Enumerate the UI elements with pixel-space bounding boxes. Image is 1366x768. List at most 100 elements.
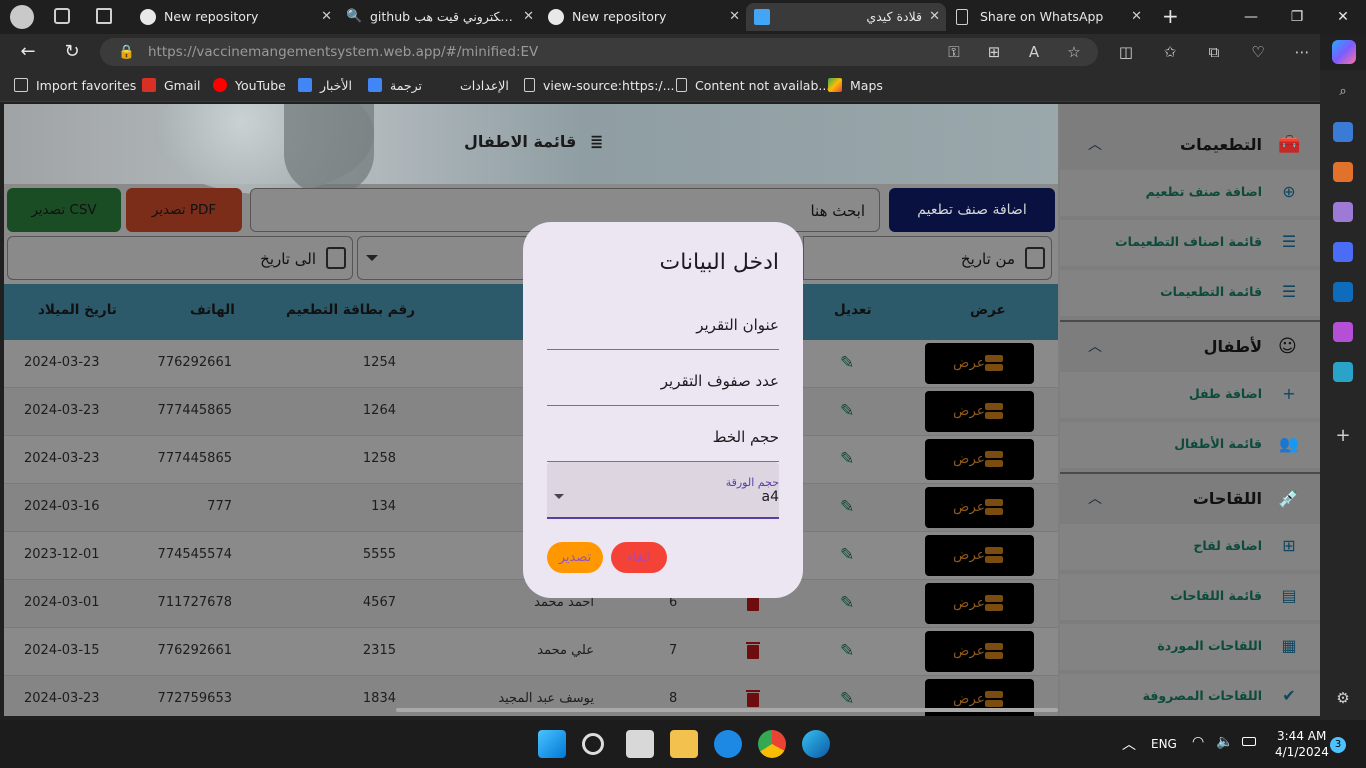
view-button[interactable]: عرض — [925, 343, 1034, 384]
edit-pencil-icon[interactable]: ✎ — [840, 689, 860, 709]
tab-new-repository-2[interactable]: New repository ✕ — [540, 3, 746, 31]
close-tab-icon[interactable]: ✕ — [929, 3, 940, 31]
view-button[interactable]: عرض — [925, 631, 1034, 672]
delete-icon[interactable] — [746, 689, 762, 709]
fav-maps[interactable]: Maps — [828, 76, 883, 96]
minimize-icon[interactable]: — — [1228, 0, 1274, 34]
fav-news[interactable]: الأخبار — [298, 76, 352, 96]
edit-pencil-icon[interactable]: ✎ — [840, 545, 860, 565]
nav-dispensed-vaccines[interactable]: اللقاحات المصروفة ✔ — [1060, 674, 1320, 716]
search-icon[interactable]: ⌕ — [1333, 82, 1353, 102]
nav-add-vaccine-type[interactable]: اضافة صنف تطعيم ⊕ — [1060, 170, 1320, 216]
view-button[interactable]: عرض — [925, 439, 1034, 480]
restore-icon[interactable]: ❐ — [1274, 0, 1320, 34]
close-tab-icon[interactable]: ✕ — [321, 3, 332, 31]
chevron-up-icon[interactable]: ︿ — [1088, 336, 1102, 356]
tab-github-store[interactable]: 🔍 github متجر الكتروني قيت هب ✕ — [338, 3, 540, 31]
battery-icon[interactable] — [1242, 737, 1256, 746]
view-button[interactable]: عرض — [925, 487, 1034, 528]
clock-date[interactable]: 4/1/2024 — [1275, 745, 1329, 759]
edit-pencil-icon[interactable]: ✎ — [840, 449, 860, 469]
new-tab-icon[interactable]: + — [1162, 4, 1179, 28]
nav-supplied-vaccines[interactable]: اللقاحات الموردة ▦ — [1060, 624, 1320, 670]
view-button[interactable]: عرض — [925, 583, 1034, 624]
horizontal-scrollbar[interactable] — [396, 708, 1058, 712]
fav-import-favorites[interactable]: Import favorites — [14, 76, 136, 96]
designer-icon[interactable] — [1333, 322, 1353, 342]
close-tab-icon[interactable]: ✕ — [729, 3, 740, 31]
export-csv-button[interactable]: تصدير CSV — [7, 188, 121, 232]
add-vaccine-type-button[interactable]: اضافة صنف تطعيم — [889, 188, 1055, 232]
tab-share-whatsapp[interactable]: Share on WhatsApp ✕ — [948, 3, 1148, 31]
view-button[interactable]: عرض — [925, 391, 1034, 432]
wifi-icon[interactable]: ◠ — [1192, 734, 1204, 750]
calendar-icon[interactable] — [1025, 247, 1045, 269]
close-tab-icon[interactable]: ✕ — [523, 3, 534, 31]
workspaces-icon[interactable] — [54, 8, 70, 24]
fav-gmail[interactable]: Gmail — [142, 76, 200, 96]
nav-vaccines-list[interactable]: قائمة اللقاحات ▤ — [1060, 574, 1320, 620]
read-aloud-icon[interactable]: A — [1022, 40, 1046, 64]
close-tab-icon[interactable]: ✕ — [1131, 3, 1142, 31]
fav-youtube[interactable]: YouTube — [213, 76, 286, 96]
delete-icon[interactable] — [746, 641, 762, 661]
clock-time[interactable]: 3:44 AM — [1277, 729, 1326, 743]
paper-size-select[interactable]: حجم الورقة a4 — [547, 462, 779, 519]
edit-pencil-icon[interactable]: ✎ — [840, 353, 860, 373]
add-sidebar-app-icon[interactable]: + — [1333, 426, 1353, 446]
back-icon[interactable]: ← — [14, 38, 42, 66]
report-title-field[interactable]: عنوان التقرير — [547, 302, 779, 350]
menu-icon[interactable]: ≣ — [590, 132, 603, 151]
tools-icon[interactable] — [1333, 162, 1353, 182]
key-icon[interactable]: ⚿ — [942, 40, 966, 64]
apps-icon[interactable]: ⊞ — [982, 40, 1006, 64]
to-date-field[interactable]: الى تاريخ — [7, 236, 353, 280]
cancel-button[interactable]: الغاء — [611, 542, 667, 573]
section-children[interactable]: ︿ لأطفال ☺ — [1060, 322, 1320, 374]
nav-children-list[interactable]: قائمة الأطفال 👥 — [1060, 422, 1320, 468]
refresh-icon[interactable]: ↻ — [58, 38, 86, 66]
app-store-icon[interactable] — [714, 730, 742, 758]
start-icon[interactable] — [538, 730, 566, 758]
fav-content-not-available[interactable]: Content not availab... — [676, 76, 830, 96]
calendar-icon[interactable] — [326, 247, 346, 269]
filter-dropdown[interactable] — [357, 236, 527, 280]
font-size-field[interactable]: حجم الخط — [547, 414, 779, 462]
fav-settings[interactable]: الإعدادات — [438, 76, 509, 96]
copilot-sidebar-icon[interactable] — [1333, 242, 1353, 262]
more-menu-icon[interactable]: ⋯ — [1290, 40, 1314, 64]
export-pdf-button[interactable]: تصدير PDF — [126, 188, 242, 232]
edit-pencil-icon[interactable]: ✎ — [840, 401, 860, 421]
nav-vaccinations-list[interactable]: قائمة التطعيمات ☰ — [1060, 270, 1320, 316]
input-language[interactable]: ENG — [1151, 737, 1177, 751]
performance-icon[interactable]: ♡ — [1246, 40, 1270, 64]
games-icon[interactable] — [1333, 202, 1353, 222]
drop-icon[interactable] — [1333, 362, 1353, 382]
edit-pencil-icon[interactable]: ✎ — [840, 497, 860, 517]
shopping-tag-icon[interactable] — [1333, 122, 1353, 142]
chevron-up-icon[interactable]: ︿ — [1088, 134, 1102, 154]
collections-icon[interactable]: ⧉ — [1202, 40, 1226, 64]
tab-actions-icon[interactable] — [96, 8, 112, 24]
split-screen-icon[interactable]: ◫ — [1114, 40, 1138, 64]
chevron-up-icon[interactable]: ︿ — [1088, 488, 1102, 508]
tab-kidi-necklace[interactable]: قلادة كيدي ✕ — [746, 3, 946, 31]
edit-pencil-icon[interactable]: ✎ — [840, 593, 860, 613]
fav-view-source[interactable]: view-source:https:/... — [524, 76, 675, 96]
profile-avatar[interactable] — [10, 5, 34, 29]
task-view-icon[interactable] — [626, 730, 654, 758]
edge-icon[interactable] — [802, 730, 830, 758]
outlook-icon[interactable] — [1333, 282, 1353, 302]
from-date-field[interactable]: من تاريخ — [803, 236, 1052, 280]
copilot-icon[interactable] — [1332, 40, 1356, 64]
file-explorer-icon[interactable] — [670, 730, 698, 758]
view-button[interactable]: عرض — [925, 535, 1034, 576]
chrome-icon[interactable] — [758, 730, 786, 758]
nav-add-vaccine[interactable]: اضافة لقاح ⊞ — [1060, 524, 1320, 570]
favorite-star-icon[interactable]: ☆ — [1062, 40, 1086, 64]
nav-vaccine-types-list[interactable]: قائمة اصناف التطعيمات ☰ — [1060, 220, 1320, 266]
tab-new-repository[interactable]: New repository ✕ — [132, 3, 338, 31]
section-vaccinations[interactable]: ︿ التطعيمات 🧰 — [1060, 120, 1320, 172]
close-window-icon[interactable]: ✕ — [1320, 0, 1366, 34]
fav-translate[interactable]: ترجمة — [368, 76, 422, 96]
